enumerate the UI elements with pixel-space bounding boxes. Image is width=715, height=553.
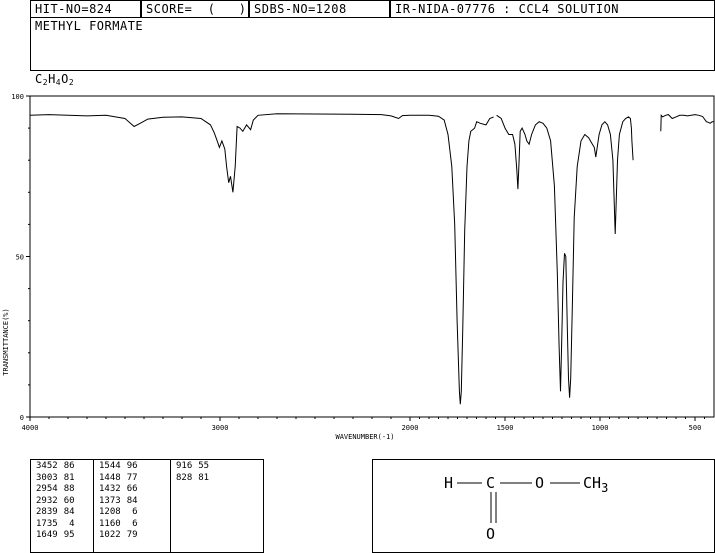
peak-transmittance: 60: [63, 495, 75, 506]
peak-transmittance: 79: [126, 530, 138, 540]
compound-name: METHYL FORMATE: [35, 19, 144, 33]
peak-transmittance: 81: [63, 472, 75, 483]
peak-transmittance: 66: [126, 484, 138, 494]
peak-transmittance: 6: [132, 507, 138, 517]
x-tick-label: 4000: [22, 424, 39, 432]
peak-wavenumber: 2954: [36, 484, 58, 494]
ir-spectrum-chart: 0 50 100 4000 3000 2000 1500 1000 500 WAVENUMBE…: [2, 93, 715, 441]
peak-wavenumber: 1649: [36, 530, 58, 540]
peak-row: 1022 79: [96, 530, 141, 542]
peak-wavenumber: 1735: [36, 518, 58, 529]
peak-wavenumber: 1208: [99, 507, 121, 517]
score-field: SCORE= ( ): [141, 0, 249, 18]
ir-code-field: IR-NIDA-07776 : CCL4 SOLUTION: [390, 0, 715, 18]
peak-row: 1208 6: [96, 507, 141, 519]
peak-row: 2954 88: [33, 484, 78, 496]
atom-o-carbonyl: O: [486, 525, 495, 543]
hit-no-field: HIT-NO=824: [30, 0, 141, 18]
peak-col-divider-1: [93, 459, 94, 553]
x-axis-ticks: 4000 3000 2000 1500 1000 500: [22, 417, 705, 432]
peak-transmittance: 77: [126, 472, 138, 483]
peak-row: 1432 66: [96, 484, 141, 496]
peak-row: 916 55: [173, 461, 212, 473]
y-axis-label: TRANSMITTANCE(%): [2, 308, 10, 375]
y-tick-label: 100: [11, 93, 24, 101]
peak-table-group-2: 1544 96 1448 77 1432 66 1373 84 1208 6 1160 6 1022 79: [96, 461, 141, 542]
atom-h: H: [444, 474, 453, 492]
peak-wavenumber: 1432: [99, 484, 121, 494]
spectrum-segment-2: [496, 114, 634, 398]
peak-wavenumber: 3452: [36, 461, 58, 471]
peak-transmittance: 55: [198, 461, 210, 471]
sdbs-no-field: SDBS-NO=1208: [249, 0, 390, 18]
atom-ch3: CH3: [583, 474, 608, 495]
ir-code-text: IR-NIDA-07776 : CCL4 SOLUTION: [395, 2, 620, 16]
score-text: SCORE= ( ): [146, 2, 247, 16]
peak-transmittance: 96: [126, 461, 138, 471]
peak-transmittance: 86: [63, 461, 75, 471]
spectrum-segment-3: [660, 114, 714, 132]
peak-transmittance: 4: [69, 518, 75, 529]
peak-transmittance: 84: [126, 495, 138, 506]
peak-col-divider-2: [170, 459, 171, 553]
hit-no-text: HIT-NO=824: [35, 2, 113, 16]
peak-transmittance: 84: [63, 507, 75, 517]
atom-o-ester: O: [535, 474, 544, 492]
atom-c: C: [486, 474, 495, 492]
x-tick-label: 500: [689, 424, 702, 432]
x-tick-label: 1500: [497, 424, 514, 432]
peak-wavenumber: 1373: [99, 495, 121, 506]
peak-transmittance: 81: [198, 472, 210, 483]
x-axis-label: WAVENUMBER(-1): [335, 433, 394, 441]
x-tick-label: 3000: [212, 424, 229, 432]
peak-table-group-1: 3452 86 3003 81 2954 88 2932 60 2839 84 1735 4 1649 9…: [33, 461, 78, 542]
peak-row: 3452 86: [33, 461, 78, 473]
peak-row: 1649 95: [33, 530, 78, 542]
formula-divider: [30, 70, 715, 88]
peak-row: 1160 6: [96, 519, 141, 531]
peak-wavenumber: 1448: [99, 472, 121, 483]
compound-formula: C2H4O2: [35, 72, 75, 87]
peak-wavenumber: 1160: [99, 518, 121, 529]
peak-row: 2932 60: [33, 496, 78, 508]
peak-wavenumber: 916: [176, 461, 193, 471]
peak-wavenumber: 3003: [36, 472, 58, 483]
sdbs-no-text: SDBS-NO=1208: [254, 2, 347, 16]
peak-wavenumber: 2839: [36, 507, 58, 517]
peak-row: 1373 84: [96, 496, 141, 508]
peak-wavenumber: 1544: [99, 461, 121, 471]
spectrum-segment-1: [29, 113, 494, 405]
y-tick-label: 0: [20, 414, 24, 422]
peak-transmittance: 6: [132, 518, 138, 529]
peak-row: 3003 81: [33, 473, 78, 485]
x-tick-label: 2000: [402, 424, 419, 432]
molecular-structure: H C O CH3 O: [444, 474, 608, 543]
peak-table-group-3: 916 55 828 81: [173, 461, 212, 484]
peak-wavenumber: 2932: [36, 495, 58, 506]
peak-row: 1448 77: [96, 473, 141, 485]
y-tick-label: 50: [16, 254, 24, 262]
peak-row: 2839 84: [33, 507, 78, 519]
peak-transmittance: 88: [63, 484, 75, 494]
peak-transmittance: 95: [63, 530, 75, 540]
x-tick-label: 1000: [592, 424, 609, 432]
spectrum-trace: [29, 113, 714, 405]
peak-row: 1735 4: [33, 519, 78, 531]
peak-wavenumber: 1022: [99, 530, 121, 540]
y-axis-ticks: 0 50 100: [11, 93, 30, 422]
peak-row: 828 81: [173, 473, 212, 485]
peak-row: 1544 96: [96, 461, 141, 473]
peak-wavenumber: 828: [176, 472, 193, 483]
